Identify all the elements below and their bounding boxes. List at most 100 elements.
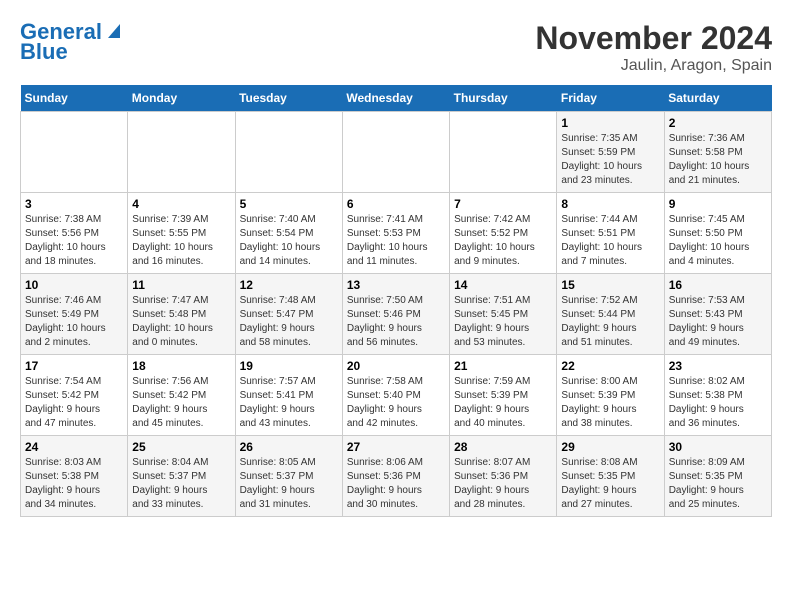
day-info: Sunrise: 8:06 AM Sunset: 5:36 PM Dayligh… [347, 456, 445, 512]
day-number: 25 [132, 440, 230, 454]
day-info: Sunrise: 7:38 AM Sunset: 5:56 PM Dayligh… [25, 213, 123, 269]
day-info: Sunrise: 7:40 AM Sunset: 5:54 PM Dayligh… [240, 213, 338, 269]
day-number: 26 [240, 440, 338, 454]
day-cell: 15 Sunrise: 7:52 AM Sunset: 5:44 PM Dayli… [557, 274, 664, 355]
day-number: 7 [454, 197, 552, 211]
day-info: Sunrise: 7:48 AM Sunset: 5:47 PM Dayligh… [240, 294, 338, 350]
day-number: 27 [347, 440, 445, 454]
day-cell: 13 Sunrise: 7:50 AM Sunset: 5:46 PM Dayli… [342, 274, 449, 355]
week-row-4: 17Sunrise: 7:54 AM Sunset: 5:42 PM Dayli… [21, 355, 772, 436]
day-number: 9 [669, 197, 767, 211]
day-number: 18 [132, 359, 230, 373]
day-info: Sunrise: 7:45 AM Sunset: 5:50 PM Dayligh… [669, 213, 767, 269]
day-info: Sunrise: 8:07 AM Sunset: 5:36 PM Dayligh… [454, 456, 552, 512]
day-info: Sunrise: 7:50 AM Sunset: 5:46 PM Dayligh… [347, 294, 445, 350]
day-cell: 3Sunrise: 7:38 AM Sunset: 5:56 PM Daylig… [21, 193, 128, 274]
day-info: Sunrise: 7:47 AM Sunset: 5:48 PM Dayligh… [132, 294, 230, 350]
day-number: 24 [25, 440, 123, 454]
day-cell: 11 Sunrise: 7:47 AM Sunset: 5:48 PM Dayli… [128, 274, 235, 355]
day-number: 21 [454, 359, 552, 373]
day-cell [235, 112, 342, 193]
day-info: Sunrise: 7:41 AM Sunset: 5:53 PM Dayligh… [347, 213, 445, 269]
calendar-header-row: SundayMondayTuesdayWednesdayThursdayFrid… [21, 85, 772, 112]
day-info: Sunrise: 7:56 AM Sunset: 5:42 PM Dayligh… [132, 375, 230, 431]
day-cell: 24 Sunrise: 8:03 AM Sunset: 5:38 PM Dayli… [21, 436, 128, 517]
header-wednesday: Wednesday [342, 85, 449, 112]
day-info: Sunrise: 7:59 AM Sunset: 5:39 PM Dayligh… [454, 375, 552, 431]
day-cell: 23 Sunrise: 8:02 AM Sunset: 5:38 PM Dayli… [664, 355, 771, 436]
day-number: 28 [454, 440, 552, 454]
day-number: 30 [669, 440, 767, 454]
day-cell: 18 Sunrise: 7:56 AM Sunset: 5:42 PM Dayli… [128, 355, 235, 436]
logo-text-blue: Blue [20, 40, 68, 64]
day-cell: 8Sunrise: 7:44 AM Sunset: 5:51 PM Daylig… [557, 193, 664, 274]
day-number: 29 [561, 440, 659, 454]
week-row-5: 24 Sunrise: 8:03 AM Sunset: 5:38 PM Dayli… [21, 436, 772, 517]
day-number: 22 [561, 359, 659, 373]
day-number: 8 [561, 197, 659, 211]
day-cell: 17Sunrise: 7:54 AM Sunset: 5:42 PM Dayli… [21, 355, 128, 436]
calendar-table: SundayMondayTuesdayWednesdayThursdayFrid… [20, 85, 772, 517]
day-number: 14 [454, 278, 552, 292]
day-info: Sunrise: 7:57 AM Sunset: 5:41 PM Dayligh… [240, 375, 338, 431]
day-cell: 6 Sunrise: 7:41 AM Sunset: 5:53 PM Daylig… [342, 193, 449, 274]
day-cell: 30 Sunrise: 8:09 AM Sunset: 5:35 PM Dayli… [664, 436, 771, 517]
day-cell: 10 Sunrise: 7:46 AM Sunset: 5:49 PM Dayli… [21, 274, 128, 355]
day-info: Sunrise: 8:05 AM Sunset: 5:37 PM Dayligh… [240, 456, 338, 512]
day-cell: 2 Sunrise: 7:36 AM Sunset: 5:58 PM Daylig… [664, 112, 771, 193]
day-info: Sunrise: 8:00 AM Sunset: 5:39 PM Dayligh… [561, 375, 659, 431]
header-sunday: Sunday [21, 85, 128, 112]
day-info: Sunrise: 7:39 AM Sunset: 5:55 PM Dayligh… [132, 213, 230, 269]
day-number: 6 [347, 197, 445, 211]
day-cell: 27 Sunrise: 8:06 AM Sunset: 5:36 PM Dayli… [342, 436, 449, 517]
day-info: Sunrise: 8:02 AM Sunset: 5:38 PM Dayligh… [669, 375, 767, 431]
day-cell: 26 Sunrise: 8:05 AM Sunset: 5:37 PM Dayli… [235, 436, 342, 517]
page-header: General Blue November 2024 Jaulin, Arago… [20, 20, 772, 75]
location: Jaulin, Aragon, Spain [535, 57, 772, 75]
day-info: Sunrise: 7:42 AM Sunset: 5:52 PM Dayligh… [454, 213, 552, 269]
day-number: 4 [132, 197, 230, 211]
day-number: 11 [132, 278, 230, 292]
day-info: Sunrise: 7:52 AM Sunset: 5:44 PM Dayligh… [561, 294, 659, 350]
day-info: Sunrise: 7:51 AM Sunset: 5:45 PM Dayligh… [454, 294, 552, 350]
day-number: 19 [240, 359, 338, 373]
day-cell: 16Sunrise: 7:53 AM Sunset: 5:43 PM Dayli… [664, 274, 771, 355]
header-thursday: Thursday [450, 85, 557, 112]
title-block: November 2024 Jaulin, Aragon, Spain [535, 20, 772, 75]
day-cell: 20Sunrise: 7:58 AM Sunset: 5:40 PM Dayli… [342, 355, 449, 436]
header-monday: Monday [128, 85, 235, 112]
day-cell: 5Sunrise: 7:40 AM Sunset: 5:54 PM Daylig… [235, 193, 342, 274]
day-number: 13 [347, 278, 445, 292]
day-cell: 14 Sunrise: 7:51 AM Sunset: 5:45 PM Dayli… [450, 274, 557, 355]
day-cell: 4 Sunrise: 7:39 AM Sunset: 5:55 PM Daylig… [128, 193, 235, 274]
week-row-2: 3Sunrise: 7:38 AM Sunset: 5:56 PM Daylig… [21, 193, 772, 274]
day-cell: 9 Sunrise: 7:45 AM Sunset: 5:50 PM Daylig… [664, 193, 771, 274]
header-saturday: Saturday [664, 85, 771, 112]
day-cell [21, 112, 128, 193]
day-number: 23 [669, 359, 767, 373]
day-number: 16 [669, 278, 767, 292]
day-info: Sunrise: 7:36 AM Sunset: 5:58 PM Dayligh… [669, 132, 767, 188]
day-number: 12 [240, 278, 338, 292]
week-row-3: 10 Sunrise: 7:46 AM Sunset: 5:49 PM Dayli… [21, 274, 772, 355]
day-cell [342, 112, 449, 193]
day-info: Sunrise: 7:54 AM Sunset: 5:42 PM Dayligh… [25, 375, 123, 431]
day-cell: 21 Sunrise: 7:59 AM Sunset: 5:39 PM Dayli… [450, 355, 557, 436]
day-number: 2 [669, 116, 767, 130]
day-cell: 12 Sunrise: 7:48 AM Sunset: 5:47 PM Dayli… [235, 274, 342, 355]
day-info: Sunrise: 8:09 AM Sunset: 5:35 PM Dayligh… [669, 456, 767, 512]
day-number: 15 [561, 278, 659, 292]
header-tuesday: Tuesday [235, 85, 342, 112]
logo: General Blue [20, 20, 124, 64]
header-friday: Friday [557, 85, 664, 112]
day-cell: 29Sunrise: 8:08 AM Sunset: 5:35 PM Dayli… [557, 436, 664, 517]
month-title: November 2024 [535, 20, 772, 57]
day-cell: 22 Sunrise: 8:00 AM Sunset: 5:39 PM Dayli… [557, 355, 664, 436]
day-info: Sunrise: 8:03 AM Sunset: 5:38 PM Dayligh… [25, 456, 123, 512]
day-cell: 28 Sunrise: 8:07 AM Sunset: 5:36 PM Dayli… [450, 436, 557, 517]
day-number: 1 [561, 116, 659, 130]
logo-icon [104, 20, 124, 40]
day-number: 10 [25, 278, 123, 292]
day-cell: 7 Sunrise: 7:42 AM Sunset: 5:52 PM Daylig… [450, 193, 557, 274]
day-info: Sunrise: 7:46 AM Sunset: 5:49 PM Dayligh… [25, 294, 123, 350]
